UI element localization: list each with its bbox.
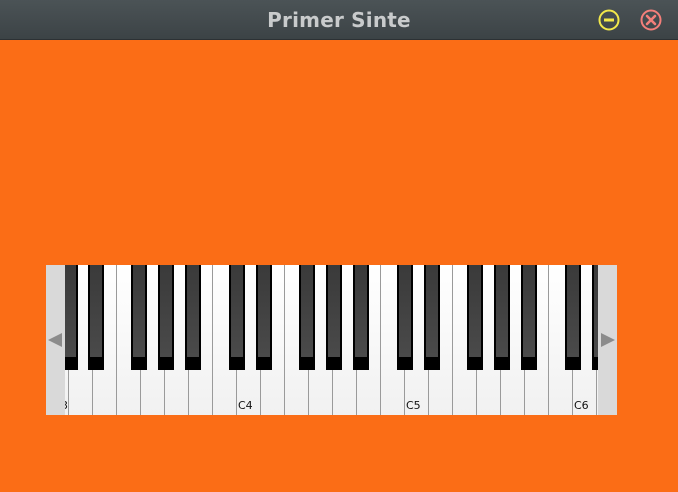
scroll-right-button[interactable] [598,265,617,415]
black-key-highlight [187,265,199,357]
black-key-highlight [399,265,411,357]
note-label-c5: C5 [406,399,421,412]
title-bar: Primer Sinte [0,0,678,40]
black-key[interactable] [467,265,483,370]
note-label: 3 [65,399,68,412]
black-key[interactable] [397,265,413,370]
black-key-highlight [258,265,270,357]
black-key-highlight [469,265,481,357]
close-button[interactable] [640,9,662,31]
window-title: Primer Sinte [267,8,411,32]
arrow-right-icon [601,333,615,347]
black-key[interactable] [494,265,510,370]
note-label-c6: C6 [574,399,589,412]
black-key-highlight [90,265,102,357]
scroll-left-button[interactable] [46,265,65,415]
black-key[interactable] [565,265,581,370]
minimize-button[interactable] [598,9,620,31]
arrow-left-icon [48,333,62,347]
note-label-c4: C4 [238,399,253,412]
black-key-highlight [496,265,508,357]
piano-keyboard: 3 C4 C5 C6 [46,265,617,415]
black-key[interactable] [65,265,78,370]
black-key[interactable] [131,265,147,370]
black-key[interactable] [326,265,342,370]
black-key[interactable] [424,265,440,370]
minimize-icon [598,9,620,31]
black-key-highlight [328,265,340,357]
black-key[interactable] [185,265,201,370]
black-key-highlight [65,265,76,357]
black-key[interactable] [158,265,174,370]
black-key[interactable] [353,265,369,370]
black-key[interactable] [256,265,272,370]
keys-area: 3 C4 C5 C6 [65,265,598,415]
black-key-highlight [523,265,535,357]
black-key[interactable] [299,265,315,370]
black-key-highlight [355,265,367,357]
black-key-highlight [231,265,243,357]
black-key[interactable] [229,265,245,370]
synth-window: Primer Sinte 3 [0,0,678,492]
black-key[interactable] [521,265,537,370]
black-key-highlight [567,265,579,357]
black-key-highlight [133,265,145,357]
close-icon [640,9,662,31]
black-key-highlight [301,265,313,357]
black-key[interactable] [88,265,104,370]
black-key-highlight [426,265,438,357]
black-key-highlight [160,265,172,357]
